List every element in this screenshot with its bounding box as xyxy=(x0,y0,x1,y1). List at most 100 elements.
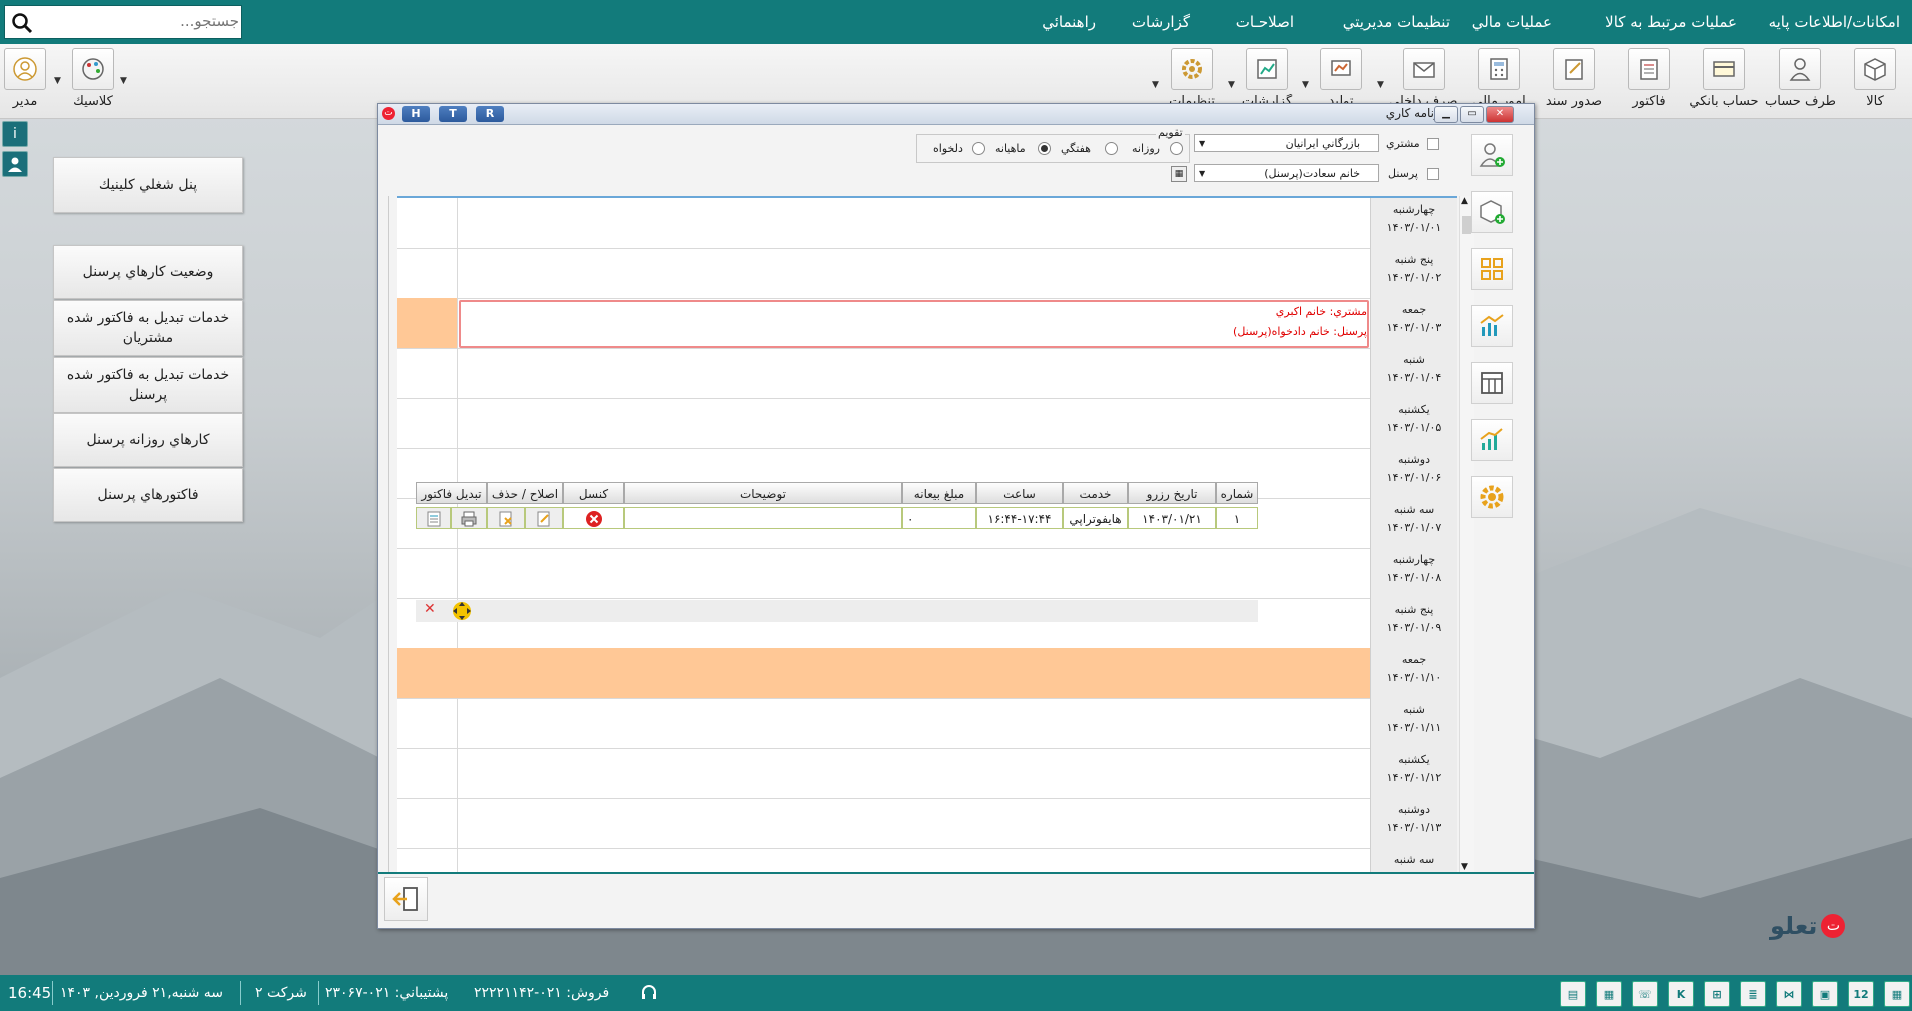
toolbar-party-button[interactable]: طرف حساب xyxy=(1765,48,1835,114)
day-row[interactable]: مشتري: خانم اكبري پرسنل: خانم دادخواه(پر… xyxy=(397,298,1457,349)
cell-description[interactable] xyxy=(624,507,902,529)
add-person-button[interactable] xyxy=(1471,134,1513,176)
toolbar-goods-button[interactable]: كالا xyxy=(1840,48,1910,114)
chevron-down-icon[interactable]: ▼ xyxy=(1152,80,1159,90)
trend-chart-button[interactable] xyxy=(1471,419,1513,461)
status-notes-button[interactable]: ▤ xyxy=(1560,981,1586,1007)
calendar-icon[interactable]: ▦ xyxy=(1596,981,1622,1007)
appointment-event[interactable]: مشتري: خانم اكبري پرسنل: خانم دادخواه(پر… xyxy=(459,300,1369,348)
close-icon[interactable]: ✕ xyxy=(424,601,436,617)
day-header: يكشنبه ۱۴۰۳/۰۱/۱۲ xyxy=(1370,748,1457,798)
radio-daily-label: روزانه xyxy=(1132,142,1160,155)
day-row[interactable]: يكشنبه ۱۴۰۳/۰۱/۰۵ xyxy=(397,398,1457,449)
day-calendar-button[interactable]: 12 xyxy=(1848,981,1874,1007)
table-report-button[interactable] xyxy=(1471,362,1513,404)
close-button[interactable]: ✕ xyxy=(1486,106,1514,123)
drag-bar[interactable]: ✕ xyxy=(416,600,1258,622)
day-header: دوشنبه ۱۴۰۳/۰۱/۱۳ xyxy=(1370,798,1457,848)
add-package-button[interactable] xyxy=(1471,191,1513,233)
day-row[interactable]: پنج شنبه ۱۴۰۳/۰۱/۰۲ xyxy=(397,248,1457,299)
h-button[interactable]: H xyxy=(402,106,430,122)
radio-custom[interactable] xyxy=(972,142,985,155)
scroll-thumb[interactable] xyxy=(1462,216,1471,234)
day-row[interactable]: يكشنبه ۱۴۰۳/۰۱/۱۲ xyxy=(397,748,1457,799)
chevron-up-icon[interactable]: ▲ xyxy=(1461,196,1468,206)
customer-select[interactable]: بازرگاني ايرانيان ▼ xyxy=(1194,134,1379,152)
cancel-button[interactable] xyxy=(563,507,624,529)
phone-icon[interactable]: ☏ xyxy=(1632,981,1658,1007)
personnel-work-status-button[interactable]: وضعيت كارهاي پرسنل xyxy=(53,245,243,299)
bank-card-icon xyxy=(1703,48,1745,90)
minimize-button[interactable]: ▁ xyxy=(1434,106,1458,123)
menu-goods-operations[interactable]: عمليات مرتبط به كالا xyxy=(1605,0,1737,44)
day-row[interactable]: جمعه ۱۴۰۳/۰۱/۱۰ xyxy=(397,648,1457,699)
delete-button[interactable] xyxy=(487,507,525,529)
left-splitter[interactable] xyxy=(383,196,389,872)
col-deposit: مبلغ بيعانه xyxy=(902,482,976,504)
radio-monthly[interactable] xyxy=(1038,142,1051,155)
day-row[interactable]: چهارشنبه ۱۴۰۳/۰۱/۰۱ xyxy=(397,198,1457,249)
day-row[interactable]: شنبه ۱۴۰۳/۰۱/۰۴ xyxy=(397,348,1457,399)
toolbar-invoice-button[interactable]: فاكتور xyxy=(1614,48,1684,114)
personnel-daily-work-button[interactable]: كارهاي روزانه پرسنل xyxy=(53,413,243,467)
toolbar-voucher-button[interactable]: صدور سند xyxy=(1539,48,1609,114)
theme-button[interactable]: كلاسيك xyxy=(58,48,128,114)
schedule-scrollbar[interactable]: ▲ ▼ xyxy=(1459,196,1474,872)
window-titlebar: ت H T R برنامه كاري ▁ ▭ ✕ xyxy=(378,104,1534,125)
chevron-down-icon[interactable]: ▼ xyxy=(1461,862,1468,872)
chevron-down-icon[interactable]: ▼ xyxy=(1302,80,1309,90)
calendar-grid-icon[interactable]: ▦ xyxy=(1171,166,1187,182)
day-row[interactable]: سه شنبه xyxy=(397,848,1457,874)
radio-weekly[interactable] xyxy=(1105,142,1118,155)
r-button[interactable]: R xyxy=(476,106,504,122)
keyboard-k-button[interactable]: K xyxy=(1668,981,1694,1007)
clinic-panel-button[interactable]: پنل شغلي كلينيك xyxy=(53,157,243,213)
convert-invoice-button[interactable] xyxy=(416,507,451,529)
move-icon[interactable] xyxy=(451,600,473,626)
edit-button[interactable] xyxy=(525,507,563,529)
user-button[interactable]: مدير xyxy=(0,48,60,114)
menu-corrections[interactable]: اصلاحـات xyxy=(1236,0,1294,44)
chevron-down-icon[interactable]: ▼ xyxy=(1228,80,1235,90)
personnel-invoices-button[interactable]: فاكتورهاي پرسنل xyxy=(53,468,243,522)
chevron-down-icon[interactable]: ▼ xyxy=(54,76,61,86)
menu-reports[interactable]: گزارشات xyxy=(1132,0,1190,44)
toolbar-bank-account-button[interactable]: حساب بانكي xyxy=(1689,48,1759,114)
print-button[interactable] xyxy=(451,507,487,529)
col-reserve-date: تاريخ رزرو xyxy=(1128,482,1216,504)
search-icon[interactable] xyxy=(11,12,33,38)
share-icon[interactable]: ⋈ xyxy=(1776,981,1802,1007)
menu-basic-info[interactable]: امكانات/اطلاعات پايه xyxy=(1769,0,1900,44)
maximize-button[interactable]: ▭ xyxy=(1460,106,1484,123)
search-input[interactable] xyxy=(39,6,243,36)
chevron-down-icon[interactable]: ▼ xyxy=(1377,80,1384,90)
day-row[interactable]: دوشنبه ۱۴۰۳/۰۱/۱۳ xyxy=(397,798,1457,849)
settings-button[interactable] xyxy=(1471,476,1513,518)
info-icon[interactable]: i xyxy=(2,121,28,147)
radio-daily[interactable] xyxy=(1170,142,1183,155)
chart-report-button[interactable] xyxy=(1471,305,1513,347)
radio-monthly-label: ماهيانه xyxy=(995,142,1026,155)
customer-invoiced-services-button[interactable]: خدمات تبديل به فاكتور شده مشتريان xyxy=(53,300,243,356)
t-button[interactable]: T xyxy=(439,106,467,122)
invoice-icon xyxy=(1628,48,1670,90)
profile-icon[interactable] xyxy=(2,151,28,177)
day-row[interactable]: چهارشنبه ۱۴۰۳/۰۱/۰۸ xyxy=(397,548,1457,599)
day-row[interactable]: شنبه ۱۴۰۳/۰۱/۱۱ xyxy=(397,698,1457,749)
month-calendar-icon[interactable]: ▦ xyxy=(1884,981,1910,1007)
personnel-select[interactable]: خانم سعادت(پرسنل) ▼ xyxy=(1194,164,1379,182)
chevron-down-icon[interactable]: ▼ xyxy=(120,76,127,86)
customer-checkbox[interactable] xyxy=(1427,138,1439,150)
menu-management-settings[interactable]: تنظيمات مديريتي xyxy=(1343,0,1450,44)
notes-icon[interactable]: ≣ xyxy=(1740,981,1766,1007)
menu-financial-operations[interactable]: عمليات مالي xyxy=(1472,0,1552,44)
image-icon[interactable]: ▣ xyxy=(1812,981,1838,1007)
report-icon xyxy=(1246,48,1288,90)
personnel-invoiced-services-button[interactable]: خدمات تبديل به فاكتور شده پرسنل xyxy=(53,357,243,413)
menu-help[interactable]: راهنمائي xyxy=(1042,0,1096,44)
radio-custom-label: دلخواه xyxy=(933,142,963,155)
split-view-icon[interactable]: ⊞ xyxy=(1704,981,1730,1007)
personnel-checkbox[interactable] xyxy=(1427,168,1439,180)
grid-view-button[interactable] xyxy=(1471,248,1513,290)
exit-button[interactable] xyxy=(384,877,428,921)
